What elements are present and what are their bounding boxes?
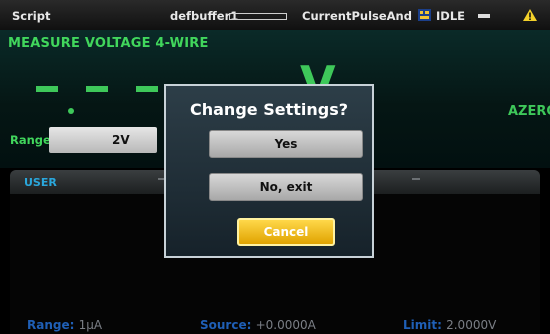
source-limit-value: 2.0000V — [446, 318, 497, 332]
yes-button[interactable]: Yes — [209, 130, 363, 158]
source-range-readout: Range: 1µA — [27, 318, 102, 332]
no-exit-button[interactable]: No, exit — [209, 173, 363, 201]
active-script-name[interactable]: CurrentPulseAnd — [302, 9, 412, 23]
dialog-title: Change Settings? — [190, 100, 348, 119]
source-range-value: 1µA — [78, 318, 103, 332]
mode-indicator[interactable]: Script — [12, 9, 50, 23]
reading-dash — [36, 86, 58, 92]
autozero-indicator: AZERO — [508, 104, 550, 119]
source-range-label: Range: — [27, 318, 75, 332]
change-settings-dialog: Change Settings? Yes No, exit Cancel — [164, 84, 374, 258]
reading-dash — [136, 86, 158, 92]
range-button[interactable]: 2V — [49, 127, 157, 153]
measure-function-title[interactable]: MEASURE VOLTAGE 4-WIRE — [8, 36, 209, 51]
source-limit-readout: Limit: 2.0000V — [403, 318, 496, 332]
source-level-value: +0.0000A — [255, 318, 316, 332]
swipe-tab-label: USER — [24, 176, 57, 189]
source-level-readout: Source: +0.0000A — [200, 318, 316, 332]
source-limit-label: Limit: — [403, 318, 442, 332]
range-label: Range — [10, 133, 51, 147]
range-button-value: 2V — [112, 133, 130, 147]
cancel-button[interactable]: Cancel — [237, 218, 335, 246]
instrument-screen: Script defbuffer1 CurrentPulseAnd IDLE M… — [0, 0, 550, 334]
active-buffer-name[interactable]: defbuffer1 — [170, 9, 238, 23]
activity-dash-icon — [478, 14, 490, 18]
reading-decimal-point — [68, 108, 74, 114]
buffer-fill-bar — [229, 13, 287, 20]
swipe-handle — [412, 178, 420, 180]
warning-icon[interactable] — [523, 9, 537, 21]
script-icon — [418, 9, 431, 21]
reading-dash — [86, 86, 108, 92]
trigger-state[interactable]: IDLE — [436, 9, 465, 23]
source-level-label: Source: — [200, 318, 252, 332]
status-bar: Script defbuffer1 CurrentPulseAnd IDLE — [0, 0, 550, 30]
